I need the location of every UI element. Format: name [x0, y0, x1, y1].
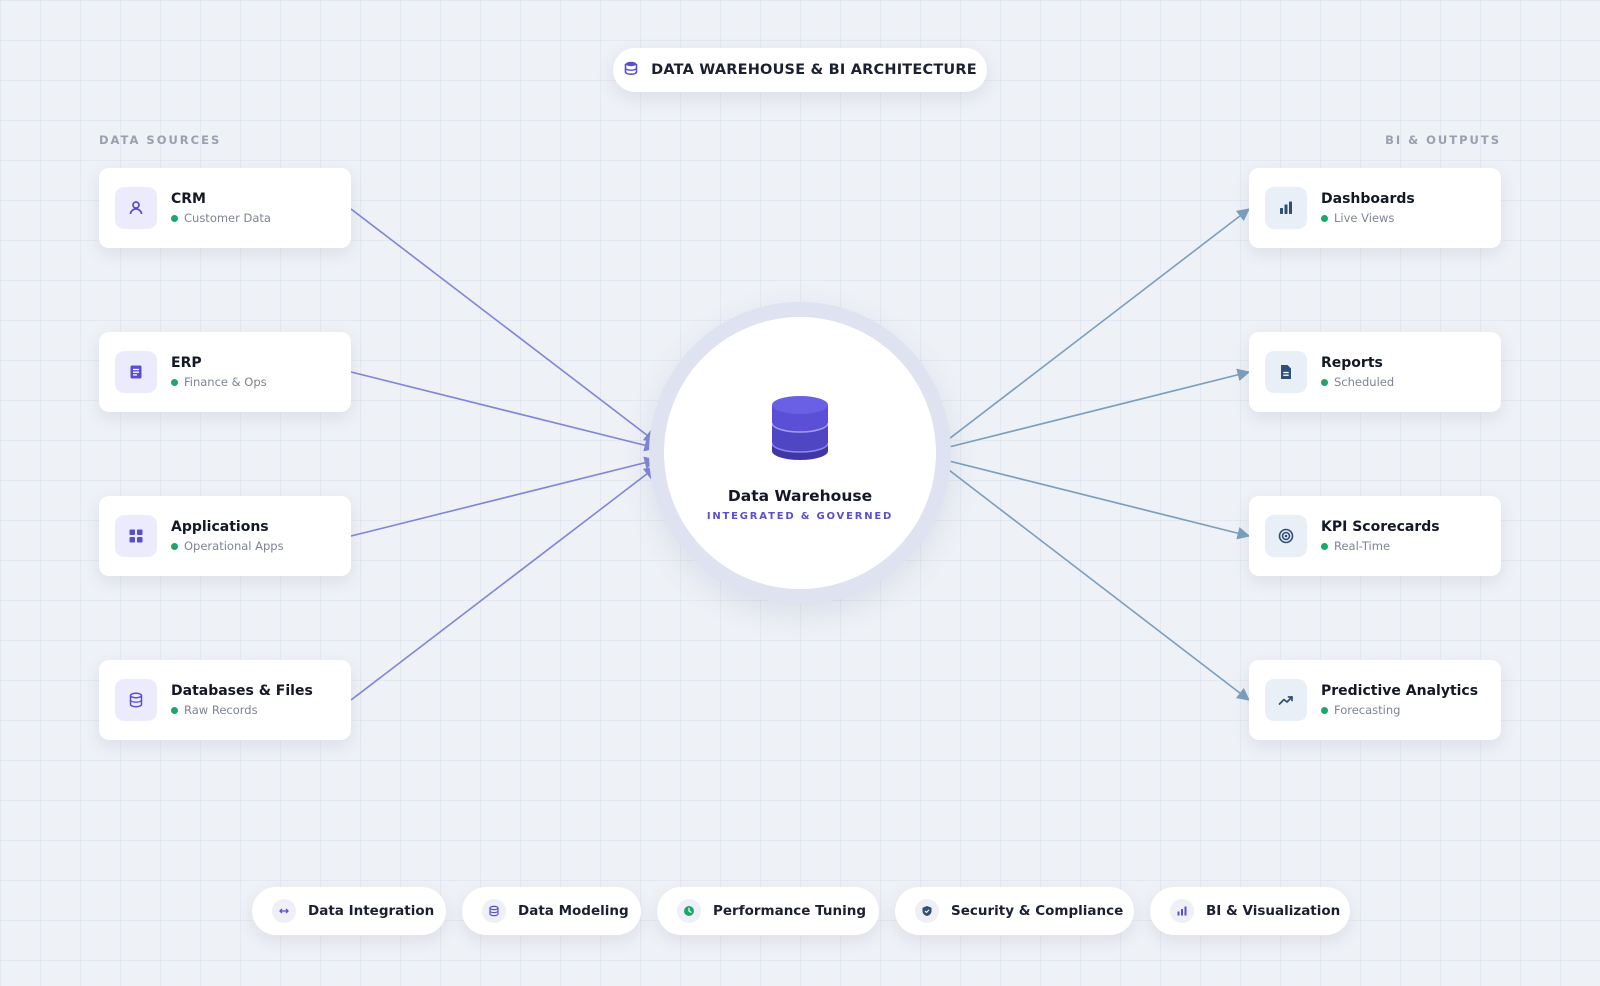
arrows-horizontal-icon: [272, 899, 296, 923]
arrow-warehouse-to-kpi: [944, 459, 1251, 540]
bi-outputs-label: BI & OUTPUTS: [1385, 133, 1501, 147]
source-subtitle: Customer Data: [184, 211, 271, 225]
source-title: ERP: [171, 355, 202, 371]
diagram-title: DATA WAREHOUSE & BI ARCHITECTURE: [613, 48, 987, 92]
output-card-dashboards[interactable]: Dashboards Live Views: [1249, 168, 1501, 248]
capability-security-compliance[interactable]: Security & Compliance: [895, 887, 1134, 935]
user-icon: [115, 187, 157, 229]
document-icon: [115, 351, 157, 393]
target-icon: [1265, 515, 1307, 557]
status-dot: [171, 378, 178, 386]
output-card-reports[interactable]: Reports Scheduled: [1249, 332, 1501, 412]
arrow-databases-to-warehouse: [350, 466, 658, 701]
database-icon: [623, 60, 639, 80]
output-title: Reports: [1321, 355, 1383, 371]
output-title: KPI Scorecards: [1321, 519, 1440, 535]
trend-up-icon: [1265, 679, 1307, 721]
status-dot: [171, 706, 178, 714]
source-card-crm[interactable]: CRM Customer Data: [99, 168, 351, 248]
grid-icon: [115, 515, 157, 557]
output-subtitle: Forecasting: [1334, 703, 1401, 717]
shield-icon: [915, 899, 939, 923]
status-dot: [1321, 214, 1328, 222]
status-dot: [1321, 706, 1328, 714]
output-title: Dashboards: [1321, 191, 1415, 207]
output-title: Predictive Analytics: [1321, 683, 1479, 699]
bar-chart-icon: [1265, 187, 1307, 229]
capability-label: BI & Visualization: [1206, 903, 1341, 919]
status-dot: [171, 214, 178, 222]
source-subtitle: Operational Apps: [184, 539, 284, 553]
arrow-warehouse-to-predictive: [944, 466, 1251, 701]
source-subtitle: Finance & Ops: [184, 375, 267, 389]
arrow-warehouse-to-dashboards: [944, 208, 1251, 443]
source-title: Databases & Files: [171, 683, 313, 699]
output-card-predictive-analytics[interactable]: Predictive Analytics Forecasting: [1249, 660, 1501, 740]
capability-label: Performance Tuning: [713, 903, 867, 919]
clock-icon: [677, 899, 701, 923]
warehouse-subtitle: INTEGRATED & GOVERNED: [706, 511, 894, 522]
capability-label: Data Modeling: [518, 903, 629, 919]
database-stack-icon: [772, 396, 828, 460]
capability-data-modeling[interactable]: Data Modeling: [462, 887, 641, 935]
bar-chart-icon: [1170, 899, 1194, 923]
capability-label: Security & Compliance: [951, 903, 1124, 919]
output-subtitle: Scheduled: [1334, 375, 1395, 389]
warehouse-title: Data Warehouse: [727, 487, 873, 505]
status-dot: [171, 542, 178, 550]
source-subtitle: Raw Records: [184, 703, 258, 717]
output-subtitle: Live Views: [1334, 211, 1395, 225]
arrow-warehouse-to-reports: [944, 368, 1251, 449]
source-card-databases[interactable]: Databases & Files Raw Records: [99, 660, 351, 740]
source-title: Applications: [171, 519, 269, 535]
database-icon: [482, 899, 506, 923]
diagram-title-text: DATA WAREHOUSE & BI ARCHITECTURE: [651, 62, 977, 78]
status-dot: [1321, 378, 1328, 386]
arrow-applications-to-warehouse: [350, 456, 658, 537]
source-title: CRM: [171, 191, 206, 207]
arrow-crm-to-warehouse: [350, 208, 658, 443]
status-dot: [1321, 542, 1328, 550]
capability-performance-tuning[interactable]: Performance Tuning: [657, 887, 879, 935]
warehouse-hub[interactable]: Data Warehouse INTEGRATED & GOVERNED: [664, 317, 936, 589]
database-icon: [115, 679, 157, 721]
capability-label: Data Integration: [308, 903, 435, 919]
output-card-kpi-scorecards[interactable]: KPI Scorecards Real-Time: [1249, 496, 1501, 576]
output-subtitle: Real-Time: [1334, 539, 1391, 553]
capability-bi-visualization[interactable]: BI & Visualization: [1150, 887, 1350, 935]
source-card-erp[interactable]: ERP Finance & Ops: [99, 332, 351, 412]
arrow-erp-to-warehouse: [350, 371, 658, 452]
source-card-applications[interactable]: Applications Operational Apps: [99, 496, 351, 576]
file-icon: [1265, 351, 1307, 393]
capability-data-integration[interactable]: Data Integration: [252, 887, 446, 935]
data-sources-label: DATA SOURCES: [99, 133, 222, 147]
